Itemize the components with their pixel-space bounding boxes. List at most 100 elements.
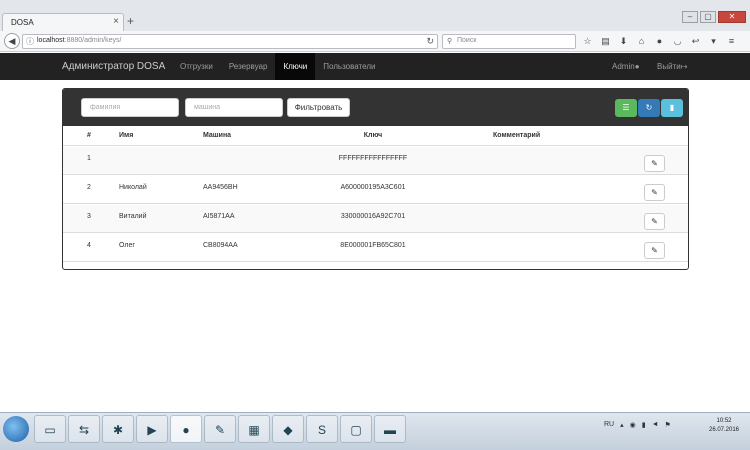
header-num: # — [87, 132, 91, 139]
cell-key: FFFFFFFFFFFFFFFF — [338, 155, 408, 162]
edit-pencil-icon[interactable]: ✎ — [644, 242, 665, 259]
url-host: localhost — [37, 37, 65, 44]
minimize-button[interactable]: – — [682, 11, 698, 23]
cell-key: A600000195A3C601 — [340, 184, 406, 191]
menu-item-shipments[interactable]: Отгрузки — [172, 53, 221, 80]
media-player-icon[interactable]: ▶ — [136, 415, 168, 443]
close-window-button[interactable]: ✕ — [718, 11, 746, 23]
tray-network-icon[interactable]: ▮ — [642, 421, 646, 429]
admin-label: Admin — [612, 62, 635, 71]
filter-bar: Фильтровать ☰ ↻ ▮ — [63, 89, 688, 126]
search-bar[interactable]: ⚲ Поиск — [442, 34, 576, 49]
app-navbar: Администратор DOSA Отгрузки Резервуар Кл… — [0, 53, 750, 80]
firefox-icon[interactable]: ● — [170, 415, 202, 443]
clock[interactable]: 10:52 26.07.2016 — [704, 417, 744, 435]
back-arrow-icon[interactable]: ◀ — [4, 33, 20, 49]
table-row: 2 Николай AA9456BH A600000195A3C601 ✎ — [63, 176, 688, 204]
brand[interactable]: Администратор DOSA — [62, 61, 165, 72]
url-text: localhost:8880/admin/keys/ — [37, 37, 121, 44]
language-indicator[interactable]: RU — [604, 421, 614, 429]
table-row: 1 FFFFFFFFFFFFFFFF ✎ — [63, 147, 688, 175]
browser-tab[interactable]: DOSA × — [2, 13, 124, 31]
logout-label: Выйти — [657, 62, 681, 71]
pocket-icon[interactable]: ◡ — [672, 34, 683, 48]
menu-item-keys[interactable]: Ключи — [275, 53, 316, 80]
taskbar-apps: ▭ ⇆ ✱ ▶ ● ✎ ▦ ◆ S ▢ ▬ — [34, 415, 406, 443]
new-tab-button[interactable]: + — [127, 14, 134, 28]
search-placeholder: Поиск — [457, 37, 477, 44]
cell-name: Олег — [119, 242, 135, 249]
start-button[interactable] — [3, 416, 29, 442]
filter-button[interactable]: Фильтровать — [287, 98, 350, 117]
tray-arrow-icon[interactable]: ▴ — [620, 421, 624, 429]
bookmark-star-icon[interactable]: ☆ — [582, 34, 593, 48]
python-icon[interactable]: ◆ — [272, 415, 304, 443]
cell-num: 3 — [87, 213, 91, 220]
cell-car: AI5871AA — [203, 213, 235, 220]
window-app-icon[interactable]: ▢ — [340, 415, 372, 443]
header-key: Ключ — [363, 132, 383, 139]
download-icon[interactable]: ⬇ — [618, 34, 629, 48]
header-car: Машина — [203, 132, 232, 139]
list-icon[interactable]: ☰ — [615, 99, 637, 117]
bug-icon[interactable]: ✱ — [102, 415, 134, 443]
cell-name: Николай — [119, 184, 147, 191]
admin-user-link[interactable]: Admin● — [612, 62, 640, 71]
edit-pencil-icon[interactable]: ✎ — [644, 155, 665, 172]
menu-item-users[interactable]: Пользователи — [315, 53, 383, 80]
clock-date: 26.07.2016 — [708, 427, 740, 433]
cell-key: 8E000001FB65C801 — [340, 242, 406, 249]
skype-icon[interactable]: S — [306, 415, 338, 443]
edit-pencil-icon[interactable]: ✎ — [644, 213, 665, 230]
logout-icon: ↦ — [680, 62, 688, 71]
user-icon: ● — [634, 62, 640, 71]
cell-num: 1 — [87, 155, 91, 162]
explorer-icon[interactable]: ▭ — [34, 415, 66, 443]
maximize-button[interactable]: ▢ — [700, 11, 716, 23]
tray-flag-icon[interactable]: ⚑ — [665, 421, 671, 429]
keys-panel: Фильтровать ☰ ↻ ▮ # Имя Машина Ключ Комм… — [62, 88, 689, 270]
dropdown-icon[interactable]: ▾ — [708, 34, 719, 48]
taskbar: ▭ ⇆ ✱ ▶ ● ✎ ▦ ◆ S ▢ ▬ RU ▴ ◉ ▮ ◄ ⚑ 10:52… — [0, 412, 750, 450]
url-path: :8880/admin/keys/ — [64, 37, 122, 44]
send-icon[interactable]: ↩ — [690, 34, 701, 48]
teamviewer-icon[interactable]: ⇆ — [68, 415, 100, 443]
header-comment: Комментарий — [493, 132, 541, 139]
address-bar[interactable]: ⓘ localhost:8880/admin/keys/ ↻ — [22, 34, 438, 49]
browser-navbar: ◀ ⓘ localhost:8880/admin/keys/ ↻ ⚲ Поиск… — [0, 31, 750, 52]
file-icon[interactable]: ▮ — [661, 99, 683, 117]
cell-car: CB8094AA — [203, 242, 238, 249]
paint-icon[interactable]: ✎ — [204, 415, 236, 443]
tab-title: DOSA — [11, 18, 34, 27]
tray-volume-icon[interactable]: ◄ — [652, 421, 659, 429]
calculator-icon[interactable]: ▦ — [238, 415, 270, 443]
system-tray: RU ▴ ◉ ▮ ◄ ⚑ — [604, 421, 671, 429]
cell-num: 4 — [87, 242, 91, 249]
window-controls: – ▢ ✕ — [682, 11, 746, 23]
logout-link[interactable]: Выйти↦ — [657, 62, 687, 71]
cell-car: AA9456BH — [203, 184, 238, 191]
terminal-icon[interactable]: ▬ — [374, 415, 406, 443]
cell-name: Виталий — [119, 213, 147, 220]
cell-num: 2 — [87, 184, 91, 191]
main-menu: Отгрузки Резервуар Ключи Пользователи — [172, 53, 383, 80]
clock-time: 10:52 — [716, 418, 732, 424]
refresh-icon[interactable]: ↻ — [638, 99, 660, 117]
reload-icon[interactable]: ↻ — [426, 36, 434, 47]
browser-tabstrip: DOSA × + – ▢ ✕ — [0, 0, 750, 31]
car-filter-input[interactable] — [185, 98, 283, 117]
menu-icon[interactable]: ≡ — [726, 34, 737, 48]
chat-icon[interactable]: ● — [654, 34, 665, 48]
header-name: Имя — [119, 132, 134, 139]
info-icon[interactable]: ⓘ — [26, 36, 34, 47]
browser-toolbar: ☆ ▤ ⬇ ⌂ ● ◡ ↩ ▾ ≡ — [582, 34, 737, 48]
table-header: # Имя Машина Ключ Комментарий — [63, 126, 688, 146]
tray-shield-icon[interactable]: ◉ — [630, 421, 636, 429]
edit-pencil-icon[interactable]: ✎ — [644, 184, 665, 201]
reading-list-icon[interactable]: ▤ — [600, 34, 611, 48]
table-row: 3 Виталий AI5871AA 330000016A92C701 ✎ — [63, 205, 688, 233]
tab-close-icon[interactable]: × — [113, 16, 119, 27]
surname-filter-input[interactable] — [81, 98, 179, 117]
menu-item-tank[interactable]: Резервуар — [221, 53, 276, 80]
home-icon[interactable]: ⌂ — [636, 34, 647, 48]
